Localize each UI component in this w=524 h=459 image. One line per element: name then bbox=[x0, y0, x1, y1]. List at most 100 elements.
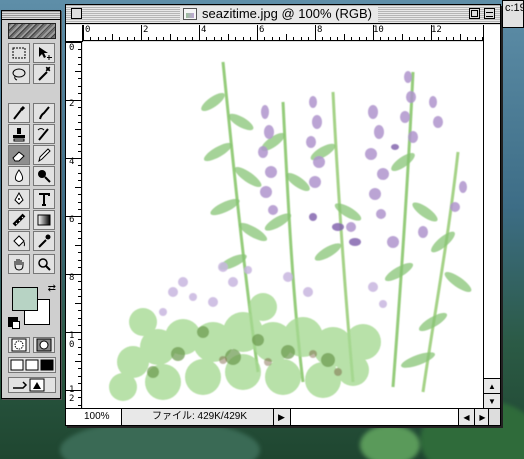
ruler-tick bbox=[78, 114, 81, 116]
vertical-ruler[interactable]: 0 2 4 6 8 1 0 1 2 bbox=[66, 42, 82, 409]
ruler-tick bbox=[78, 56, 81, 58]
ruler-tick bbox=[75, 361, 81, 362]
history-brush-tool[interactable] bbox=[33, 124, 55, 144]
pencil-icon bbox=[38, 148, 51, 163]
ruler-tick bbox=[300, 37, 302, 40]
palette-titlebar[interactable] bbox=[2, 11, 60, 20]
ruler-label: 1 2 bbox=[69, 386, 75, 404]
ruler-tick bbox=[380, 37, 382, 40]
zoom-level-field[interactable]: 100% bbox=[66, 409, 122, 425]
airbrush-tool[interactable] bbox=[8, 103, 30, 123]
quick-mask-icon bbox=[36, 338, 52, 352]
ruler-label: 6 bbox=[259, 25, 265, 35]
ruler-tick bbox=[78, 85, 81, 87]
gradient-icon bbox=[37, 214, 51, 226]
standard-mode-button[interactable] bbox=[8, 337, 30, 353]
zoom-tool[interactable] bbox=[33, 254, 55, 274]
status-menu-arrow-icon[interactable]: ▶ bbox=[278, 412, 285, 423]
ruler-tick bbox=[452, 37, 454, 40]
move-tool[interactable] bbox=[33, 43, 55, 63]
magic-wand-icon bbox=[38, 66, 51, 81]
ruler-label: 0 bbox=[69, 43, 75, 53]
eraser-icon bbox=[12, 151, 25, 162]
ruler-tick bbox=[78, 165, 81, 167]
scroll-down-arrow-icon[interactable]: ▼ bbox=[484, 393, 500, 408]
screen-mode-buttons[interactable] bbox=[8, 357, 56, 373]
zoom-box[interactable] bbox=[469, 8, 480, 19]
ruler-tick bbox=[78, 339, 81, 341]
eraser-tool[interactable] bbox=[8, 145, 30, 165]
swap-colors-icon[interactable]: ⇄ bbox=[48, 283, 56, 294]
horizontal-scrollbar[interactable] bbox=[290, 409, 458, 425]
ruler-tick bbox=[133, 37, 135, 40]
ruler-tick bbox=[78, 382, 81, 384]
ruler-label: 12 bbox=[431, 25, 442, 35]
marquee-tool[interactable] bbox=[8, 43, 30, 63]
background-window-title: c:19 bbox=[505, 2, 524, 14]
photoshop-logo[interactable] bbox=[8, 23, 56, 39]
ruler-tick bbox=[78, 172, 81, 174]
burn-icon bbox=[38, 170, 51, 183]
ruler-tick bbox=[78, 63, 81, 65]
ruler-label: 10 bbox=[373, 25, 384, 35]
ruler-tick bbox=[431, 25, 432, 40]
pen-icon bbox=[14, 191, 24, 205]
background-flowers bbox=[360, 425, 420, 459]
jump-to-button[interactable] bbox=[8, 377, 56, 393]
foreground-color-swatch[interactable] bbox=[12, 287, 38, 311]
ruler-tick bbox=[83, 25, 84, 40]
collapse-box[interactable] bbox=[484, 8, 495, 19]
ruler-tick bbox=[220, 37, 222, 40]
ruler-tick bbox=[278, 37, 280, 40]
ruler-tick bbox=[78, 375, 81, 377]
measure-icon bbox=[12, 213, 26, 227]
color-swatches: ⇄ bbox=[8, 283, 56, 333]
blur-tool[interactable] bbox=[8, 166, 30, 186]
type-tool[interactable] bbox=[33, 189, 55, 209]
type-icon bbox=[39, 193, 50, 206]
herb-watercolor-image bbox=[109, 61, 472, 401]
file-size-display[interactable]: ファイル: 429K/429K bbox=[122, 409, 274, 425]
eyedropper-tool[interactable] bbox=[33, 231, 55, 251]
background-window-edge[interactable]: c:19 bbox=[502, 0, 524, 28]
rubber-stamp-tool[interactable] bbox=[8, 124, 30, 144]
burn-tool[interactable] bbox=[33, 166, 55, 186]
ruler-origin[interactable] bbox=[66, 25, 83, 42]
hand-tool[interactable] bbox=[8, 254, 30, 274]
ruler-tick bbox=[119, 37, 121, 40]
ruler-label: 4 bbox=[201, 25, 207, 35]
resize-grip[interactable] bbox=[488, 409, 500, 425]
ruler-tick bbox=[97, 37, 99, 40]
paintbrush-tool[interactable] bbox=[33, 103, 55, 123]
document-titlebar[interactable]: seazitime.jpg @ 100% (RGB) bbox=[66, 5, 500, 24]
magic-wand-tool[interactable] bbox=[33, 64, 55, 84]
scroll-left-arrow-icon[interactable]: ◀ bbox=[458, 409, 474, 425]
horizontal-ruler[interactable]: 0 2 4 6 8 10 12 bbox=[83, 25, 484, 41]
ruler-tick bbox=[271, 37, 273, 40]
document-icon bbox=[183, 8, 197, 20]
zoom-icon bbox=[38, 258, 51, 271]
close-box[interactable] bbox=[71, 8, 82, 19]
marquee-icon bbox=[12, 47, 26, 59]
quick-mask-button[interactable] bbox=[33, 337, 55, 353]
document-title: seazitime.jpg @ 100% (RGB) bbox=[180, 6, 378, 22]
ruler-tick bbox=[206, 37, 208, 40]
measure-tool[interactable] bbox=[8, 210, 30, 230]
screen-mode-icon bbox=[10, 359, 54, 371]
image-canvas[interactable] bbox=[83, 42, 484, 409]
vertical-scrollbar[interactable]: ▲ ▼ bbox=[483, 25, 500, 409]
scroll-up-arrow-icon[interactable]: ▲ bbox=[484, 378, 500, 393]
ruler-tick bbox=[78, 324, 81, 326]
ruler-tick bbox=[329, 37, 331, 40]
ruler-tick bbox=[78, 201, 81, 203]
ruler-tick bbox=[467, 37, 469, 40]
pen-tool[interactable] bbox=[8, 189, 30, 209]
move-icon bbox=[39, 47, 52, 60]
gradient-tool[interactable] bbox=[33, 210, 55, 230]
ruler-tick bbox=[191, 37, 193, 40]
paint-bucket-tool[interactable] bbox=[8, 231, 30, 251]
default-colors-icon[interactable] bbox=[8, 317, 20, 329]
ruler-tick bbox=[373, 25, 374, 40]
pencil-tool[interactable] bbox=[33, 145, 55, 165]
lasso-tool[interactable] bbox=[8, 64, 30, 84]
